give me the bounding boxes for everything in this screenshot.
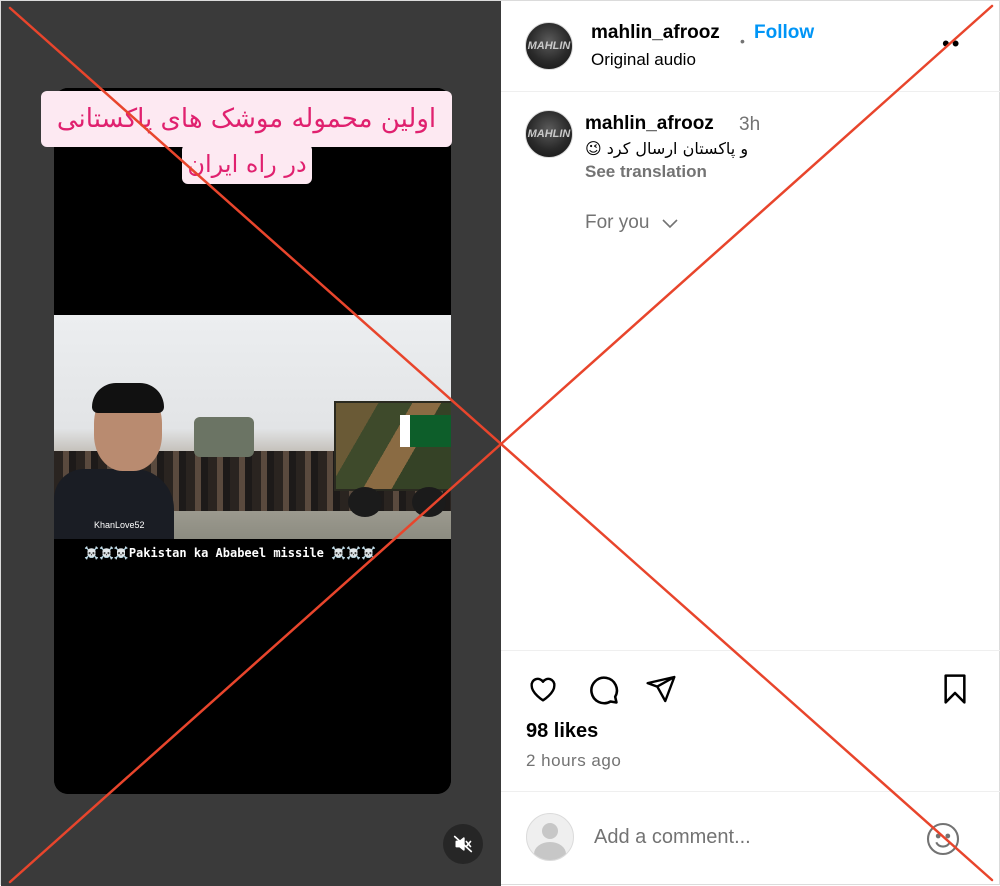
divider <box>501 791 1000 792</box>
video-caption-line2: در راه ایران <box>182 144 312 184</box>
post-timestamp: 2 hours ago <box>526 751 622 770</box>
save-button[interactable] <box>937 671 973 707</box>
media-panel: اولین محموله موشک های پاکستانی در راه ای… <box>1 1 501 886</box>
truck-image <box>334 401 451 517</box>
username-link[interactable]: mahlin_afrooz <box>591 22 720 44</box>
comment-icon <box>590 676 619 705</box>
video-caption-line1: اولین محموله موشک های پاکستانی <box>41 91 452 147</box>
mute-button[interactable] <box>443 824 483 864</box>
like-button[interactable] <box>525 671 561 707</box>
emoji-icon <box>926 822 960 856</box>
caption-avatar[interactable]: MAHLIN <box>525 110 573 158</box>
emoji-button[interactable] <box>925 821 961 857</box>
video-subtitle-bar: ☠️☠️☠️Pakistan ka Ababeel missile ☠️☠️☠️ <box>54 539 451 567</box>
speaker-muted-icon <box>453 835 473 853</box>
post-dialog: اولین محموله موشک های پاکستانی در راه ای… <box>0 0 1000 886</box>
separator-dot: • <box>740 33 745 49</box>
flag-image <box>400 415 451 447</box>
post-header: MAHLIN mahlin_afrooz • Follow Original a… <box>501 1 1000 92</box>
reel-video[interactable]: اولین محموله موشک های پاکستانی در راه ای… <box>41 88 452 794</box>
for-you-dropdown[interactable]: For you <box>585 212 679 234</box>
missile-vehicle-image <box>194 417 254 457</box>
post-time: 3h <box>739 114 761 135</box>
see-translation-button[interactable]: See translation <box>585 162 707 182</box>
bookmark-icon <box>944 674 966 704</box>
divider <box>501 650 1000 651</box>
likes-count[interactable]: 98 likes <box>526 720 598 743</box>
video-watermark: KhanLove52 <box>94 520 145 530</box>
avatar[interactable]: MAHLIN <box>525 22 573 70</box>
avatar-logo-text: MAHLIN <box>527 128 571 140</box>
follow-button[interactable]: Follow <box>754 22 814 44</box>
share-icon <box>646 675 676 703</box>
current-user-avatar <box>526 813 574 861</box>
more-options-button[interactable]: •• <box>942 31 961 57</box>
video-frame: KhanLove52 ☠️☠️☠️Pakistan ka Ababeel mis… <box>54 315 451 567</box>
chevron-down-icon <box>662 219 678 229</box>
for-you-label: For you <box>585 212 650 233</box>
avatar-logo-text: MAHLIN <box>527 40 571 52</box>
heart-icon <box>530 677 556 702</box>
comment-button[interactable] <box>585 671 621 707</box>
share-button[interactable] <box>643 671 679 707</box>
caption-username-link[interactable]: mahlin_afrooz <box>585 113 714 135</box>
post-caption: و پاکستان ارسال کرد 😉 <box>585 139 749 158</box>
original-audio-link[interactable]: Original audio <box>591 50 696 70</box>
comment-input[interactable] <box>592 825 906 850</box>
side-panel: MAHLIN mahlin_afrooz • Follow Original a… <box>501 1 1000 886</box>
